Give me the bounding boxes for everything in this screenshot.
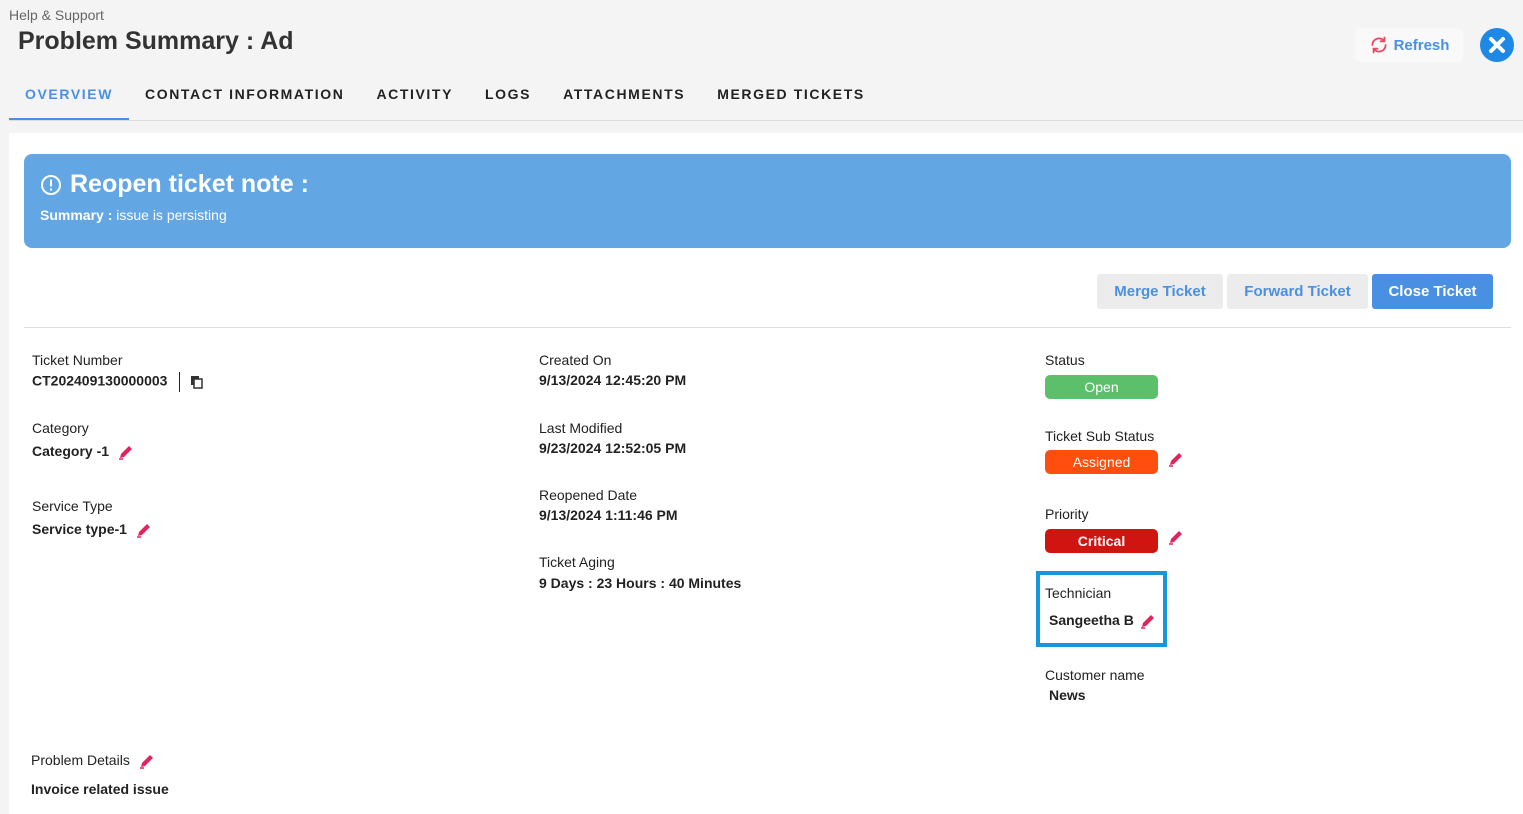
- edit-problem-details-icon[interactable]: [138, 752, 156, 770]
- sub-status-badge: Assigned: [1045, 450, 1158, 474]
- edit-priority-icon[interactable]: [1167, 528, 1185, 546]
- refresh-icon: [1370, 36, 1387, 54]
- sub-status-label: Ticket Sub Status: [1045, 428, 1155, 444]
- service-type-label: Service Type: [32, 498, 113, 514]
- status-label: Status: [1045, 352, 1085, 368]
- tab-merged-tickets[interactable]: MERGED TICKETS: [701, 74, 881, 120]
- ticket-number-value: CT202409130000003: [32, 372, 204, 392]
- merge-ticket-button[interactable]: Merge Ticket: [1097, 274, 1223, 309]
- text-cursor: [179, 372, 181, 392]
- refresh-label: Refresh: [1393, 36, 1450, 54]
- category-label: Category: [32, 420, 89, 436]
- reopened-date-value: 9/13/2024 1:11:46 PM: [539, 507, 678, 523]
- tab-bar: OVERVIEW CONTACT INFORMATION ACTIVITY LO…: [9, 74, 1523, 121]
- divider: [24, 327, 1511, 328]
- customer-name-value: News: [1049, 687, 1086, 703]
- technician-text: Sangeetha B: [1049, 612, 1134, 628]
- created-on-value: 9/13/2024 12:45:20 PM: [539, 372, 687, 388]
- technician-highlight: [1036, 571, 1167, 647]
- banner-summary: Summary : issue is persisting: [40, 207, 227, 223]
- close-icon: [1489, 37, 1505, 53]
- tab-overview[interactable]: OVERVIEW: [9, 74, 130, 120]
- ticket-number-label: Ticket Number: [32, 352, 123, 368]
- refresh-button[interactable]: Refresh: [1355, 28, 1463, 62]
- tab-logs[interactable]: LOGS: [469, 74, 547, 120]
- close-button[interactable]: [1480, 28, 1514, 62]
- edit-service-type-icon[interactable]: [135, 521, 153, 539]
- ticket-number-text: CT202409130000003: [32, 372, 168, 389]
- technician-value: Sangeetha B: [1049, 612, 1157, 630]
- forward-ticket-button[interactable]: Forward Ticket: [1227, 274, 1368, 309]
- priority-label: Priority: [1045, 506, 1089, 522]
- problem-details-label: Problem Details: [31, 752, 156, 770]
- category-value: Category -1: [32, 443, 135, 461]
- created-on-label: Created On: [539, 352, 612, 368]
- breadcrumb[interactable]: Help & Support: [9, 7, 104, 23]
- reopened-date-label: Reopened Date: [539, 487, 638, 503]
- banner-title-text: Reopen ticket note :: [70, 170, 309, 198]
- ticket-aging-value: 9 Days : 23 Hours : 40 Minutes: [539, 575, 742, 591]
- last-modified-label: Last Modified: [539, 420, 623, 436]
- problem-details-label-text: Problem Details: [31, 752, 130, 768]
- customer-name-label: Customer name: [1045, 667, 1145, 683]
- page-title: Problem Summary : Ad: [18, 27, 294, 55]
- close-ticket-button[interactable]: Close Ticket: [1372, 274, 1493, 309]
- edit-technician-icon[interactable]: [1139, 612, 1157, 630]
- problem-details-value: Invoice related issue: [31, 781, 169, 797]
- service-type-value: Service type-1: [32, 521, 153, 539]
- tab-contact-information[interactable]: CONTACT INFORMATION: [129, 74, 360, 120]
- service-type-text: Service type-1: [32, 521, 127, 537]
- banner-title: Reopen ticket note :: [40, 170, 309, 199]
- summary-label: Summary :: [40, 207, 113, 223]
- copy-icon[interactable]: [190, 375, 204, 389]
- reopen-note-banner: Reopen ticket note : Summary : issue is …: [24, 154, 1511, 248]
- priority-badge: Critical: [1045, 529, 1158, 553]
- info-icon: [41, 174, 61, 195]
- tab-activity[interactable]: ACTIVITY: [360, 74, 469, 120]
- last-modified-value: 9/23/2024 12:52:05 PM: [539, 440, 687, 456]
- category-text: Category -1: [32, 443, 110, 459]
- technician-label: Technician: [1045, 585, 1112, 601]
- edit-category-icon[interactable]: [117, 443, 135, 461]
- edit-sub-status-icon[interactable]: [1167, 450, 1185, 468]
- status-badge: Open: [1045, 375, 1158, 399]
- summary-text: issue is persisting: [116, 207, 227, 223]
- ticket-aging-label: Ticket Aging: [539, 554, 615, 570]
- tab-attachments[interactable]: ATTACHMENTS: [547, 74, 701, 120]
